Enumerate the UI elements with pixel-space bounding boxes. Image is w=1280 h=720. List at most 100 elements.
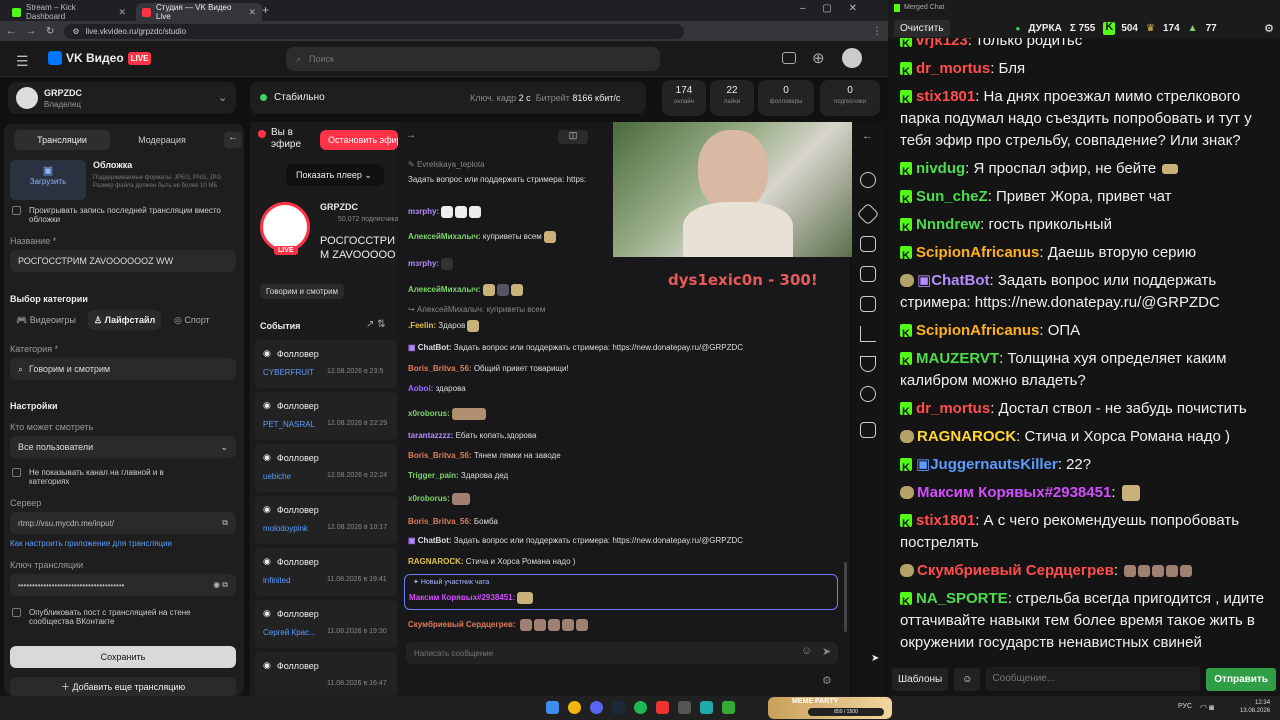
new-tab-button[interactable]: + <box>262 3 269 17</box>
chat-message: NA_SPORTE: стрельба всегда пригодится , … <box>900 588 1270 654</box>
chat-message: ScipionAfricanus: Даешь вторую серию <box>900 242 1270 267</box>
address-bar: ← → ↻ ⚙ live.vkvideo.ru/grpzdc/studio ⋮ <box>0 21 888 41</box>
tab-streams[interactable]: Трансляции <box>14 130 110 150</box>
clear-button[interactable]: Очистить <box>894 19 950 37</box>
message-icon[interactable] <box>860 386 876 402</box>
replay-checkbox[interactable]: Проигрывать запись последней трансляции … <box>12 206 234 224</box>
title-input[interactable]: РОСГОССТРИМ ZAVOOOOOOZ WW <box>10 250 236 272</box>
extensions-icon[interactable]: ⋮ <box>872 26 882 37</box>
save-button[interactable]: Сохранить <box>10 646 236 668</box>
settings-icon[interactable] <box>860 172 876 188</box>
search-icon: ⌕ <box>18 363 24 374</box>
category-sport[interactable]: ◎ Спорт <box>174 315 210 326</box>
back-icon[interactable]: ← <box>6 26 16 37</box>
windows-start-icon[interactable] <box>546 701 559 714</box>
settings-panel: Трансляции Модерация ← ▣ Загрузить Обложк… <box>4 124 244 697</box>
browser-tab-vk[interactable]: Студия — VK Видео Live ✕ <box>136 3 262 21</box>
category-input[interactable]: ⌕ Говорим и смотрим <box>10 358 236 380</box>
copy-icon: ⧉ <box>222 518 228 527</box>
search-input[interactable]: ⌕ Поиск <box>286 47 660 71</box>
show-player-button[interactable]: Показать плеер ⌄ <box>286 164 384 186</box>
new-member-box: ✦ Новый участник чата Максим Корявых#293… <box>404 574 838 610</box>
player-icon[interactable] <box>860 422 876 438</box>
settings-icon[interactable]: ⚙ <box>1264 22 1274 35</box>
channel-selector[interactable]: GRPZDC Владелец ⌄ <box>8 82 236 114</box>
spotify-icon[interactable] <box>634 701 647 714</box>
webcam-overlay <box>613 122 853 257</box>
send-button[interactable]: Отправить <box>1206 667 1276 691</box>
studio-icon[interactable] <box>782 52 796 64</box>
vk-logo[interactable]: VK Видео LIVE <box>48 51 152 65</box>
server-field[interactable]: rtmp://vsu.mycdn.me/input/⧉ <box>10 512 236 534</box>
audience-select[interactable]: Все пользователи ⌄ <box>10 436 236 458</box>
chat-message: Nnndrew: гость прикольный <box>900 214 1270 239</box>
vk-bot-icon <box>900 274 914 287</box>
browser-tab-kick[interactable]: Stream – Kick Dashboard ✕ <box>6 3 132 21</box>
arrow-right-icon[interactable]: → <box>406 130 416 141</box>
emoji-icon[interactable]: ☺ <box>954 667 981 691</box>
stat-online: 174 онлайн <box>662 80 706 116</box>
vk-logo-icon <box>48 51 62 65</box>
stop-stream-button[interactable]: Остановить эфир <box>320 130 398 150</box>
trophy-icon[interactable] <box>860 356 876 372</box>
external-link-icon[interactable]: ↗ ⇅ <box>366 319 386 330</box>
list-icon[interactable] <box>860 296 876 312</box>
hide-channel-checkbox[interactable]: Не показывать канал на главной и в катег… <box>12 468 234 486</box>
eye-icon: ◉ <box>263 660 271 670</box>
stream-key-field[interactable]: •••••••••••••••••••••••••••••••••••••• ◉ … <box>10 574 236 596</box>
chat-icon[interactable]: ◫ <box>558 130 588 144</box>
avatar[interactable] <box>842 48 862 68</box>
category-lifestyle[interactable]: ♙ Лайфстайл <box>88 310 162 330</box>
emoji-icon[interactable]: ☺ <box>801 645 812 657</box>
add-stream-button[interactable]: ＋ Добавить еще трансляцию <box>10 677 236 697</box>
message-input[interactable]: Сообщение... <box>986 667 1201 691</box>
collapse-icon[interactable]: ← <box>224 132 242 148</box>
scrollbar[interactable] <box>844 562 847 632</box>
chrome-icon[interactable] <box>568 701 581 714</box>
close-icon[interactable]: ✕ <box>248 7 256 18</box>
arrow-left-icon[interactable]: ← <box>862 130 873 142</box>
category-games[interactable]: 🎮 Видеоигры <box>16 315 76 326</box>
publish-checkbox[interactable]: Опубликовать пост с трансляцией на стене… <box>12 608 234 626</box>
reload-icon[interactable]: ↻ <box>46 26 54 37</box>
channel-avatar <box>16 87 38 109</box>
taskbar: MEME PARTY 850 / 1500 <box>0 696 892 720</box>
status-dot: ● <box>1015 23 1021 33</box>
howto-link[interactable]: Как настроить приложение для трансляции <box>10 539 172 548</box>
templates-button[interactable]: Шаблоны <box>892 667 949 691</box>
vk-message-input[interactable]: Написать сообщение <box>406 642 838 664</box>
steam-icon[interactable] <box>612 701 625 714</box>
settings-icon[interactable]: ⚙ <box>822 674 832 687</box>
chat-message: dr_mortus: Бля <box>900 58 1270 83</box>
tab-moderation[interactable]: Модерация <box>114 130 210 150</box>
chat-message: Скумбриевый Сердцегрев: <box>900 560 1270 582</box>
chat-message: ▣JuggernautsKiller: 22? <box>900 454 1270 479</box>
eye-icon: ◉ <box>263 608 271 618</box>
url-field[interactable]: ⚙ live.vkvideo.ru/grpzdc/studio <box>64 23 685 39</box>
window-controls[interactable]: – ▢ ✕ <box>800 3 857 14</box>
close-icon[interactable]: ✕ <box>118 7 126 18</box>
gem-icon[interactable] <box>860 236 876 252</box>
stream-status: Стабильно Ключ. кадр 2 с Битрейт 8166 кб… <box>250 82 646 114</box>
chart-icon[interactable] <box>860 326 876 342</box>
dice-icon[interactable] <box>860 266 876 282</box>
app-icon[interactable] <box>722 701 735 714</box>
eye-icon: ◉ <box>263 556 271 566</box>
chat-message: Sun_cheZ: Привет Жора, привет чат <box>900 186 1270 211</box>
stat-followers: 0 фолловеры <box>758 80 814 116</box>
mouse-cursor: ➤ <box>871 653 880 664</box>
app-icon[interactable] <box>678 701 691 714</box>
app-icon[interactable] <box>700 701 713 714</box>
face-image <box>698 130 768 210</box>
menu-icon[interactable]: ☰ <box>16 53 29 70</box>
diamond-icon[interactable] <box>856 202 880 226</box>
discord-icon[interactable] <box>590 701 603 714</box>
obs-icon[interactable] <box>656 701 669 714</box>
tray-icons[interactable]: ◠ ◙ <box>1200 703 1214 712</box>
upload-button[interactable]: ▣ Загрузить <box>10 160 86 200</box>
send-icon[interactable]: ➤ <box>822 645 831 658</box>
event-item: ◉ Фолловер molodoypink 12.08.2026 в 10:17 <box>255 496 397 544</box>
forward-icon[interactable]: → <box>26 26 36 37</box>
chat-message: vrjk123: только родитьс <box>900 38 1270 55</box>
add-icon[interactable]: ⊕ <box>812 49 825 67</box>
